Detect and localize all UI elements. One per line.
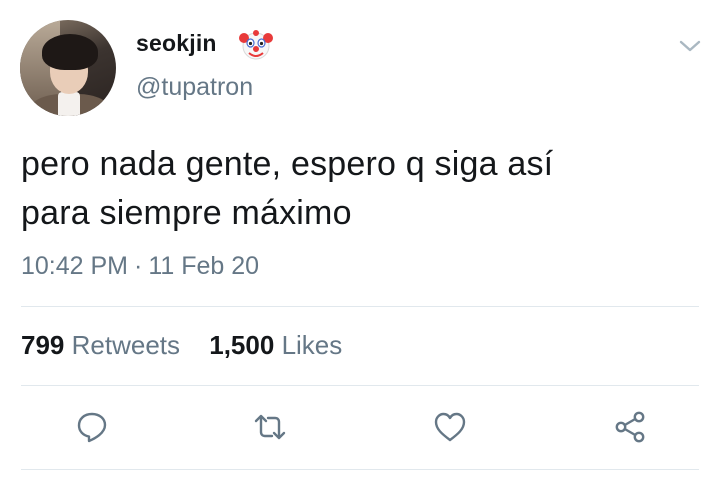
- share-button[interactable]: [608, 405, 652, 449]
- timestamp-separator: ·: [134, 252, 143, 280]
- timestamp-date: 11 Feb 20: [148, 252, 260, 280]
- retweet-button[interactable]: [248, 405, 292, 449]
- action-bar: [0, 405, 720, 449]
- tweet-text-line: para siempre máximo: [21, 194, 352, 232]
- divider: [21, 385, 699, 386]
- reply-button[interactable]: [70, 405, 114, 449]
- timestamp-time: 10:42 PM: [21, 252, 129, 280]
- user-handle[interactable]: @tupatron: [136, 73, 253, 102]
- engagement-stats: 799 Retweets 1,500 Likes: [21, 330, 342, 361]
- divider: [21, 306, 699, 307]
- avatar[interactable]: [20, 20, 116, 116]
- reply-icon: [77, 412, 107, 443]
- retweets-count: 799: [21, 330, 65, 360]
- like-button[interactable]: [428, 405, 472, 449]
- retweets-stat[interactable]: 799 Retweets: [21, 330, 180, 361]
- clown-face-icon: [239, 30, 273, 60]
- chevron-down-icon[interactable]: [678, 36, 702, 56]
- timestamp[interactable]: 10:42 PM · 11 Feb 20: [21, 252, 259, 281]
- divider: [21, 469, 699, 470]
- display-name[interactable]: seokjin: [136, 30, 217, 57]
- tweet-text: pero nada gente, espero q siga así para …: [21, 140, 701, 238]
- likes-stat[interactable]: 1,500 Likes: [209, 330, 342, 361]
- tweet-text-line: pero nada gente, espero q siga así: [21, 145, 554, 183]
- likes-count: 1,500: [209, 330, 275, 360]
- avatar-collar: [58, 92, 80, 116]
- tweet-card: seokjin @tupatron pero nada gente, esper…: [0, 0, 720, 481]
- likes-label: Likes: [281, 330, 343, 360]
- retweets-label: Retweets: [71, 330, 181, 360]
- heart-icon: [434, 412, 466, 442]
- retweet-icon: [254, 414, 286, 440]
- share-icon: [615, 411, 645, 443]
- avatar-hair: [42, 34, 98, 70]
